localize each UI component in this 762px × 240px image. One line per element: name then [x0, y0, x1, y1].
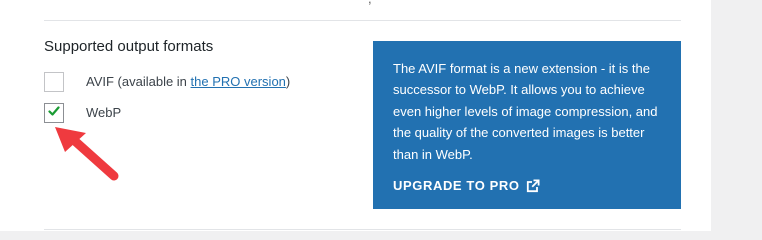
red-arrow-icon — [55, 127, 119, 181]
pro-version-link[interactable]: the PRO version — [191, 74, 286, 89]
upgrade-to-pro-label: Upgrade to PRO — [393, 178, 520, 194]
external-link-icon — [526, 179, 540, 192]
avif-option-row: AVIF (available in the PRO version) — [44, 72, 290, 92]
bottom-divider — [44, 229, 681, 230]
section-title: Supported output formats — [44, 38, 214, 55]
avif-label-suffix: ) — [285, 74, 291, 89]
avif-label-text: AVIF (available in — [86, 74, 191, 89]
webp-option-row: WebP — [44, 103, 121, 123]
info-box-text: The AVIF format is a new extension - it … — [393, 61, 658, 162]
avif-info-box: The AVIF format is a new extension - it … — [373, 41, 681, 209]
avif-label: AVIF (available in the PRO version) — [86, 72, 290, 92]
checkmark-icon — [48, 106, 60, 116]
webp-checkbox[interactable] — [44, 103, 64, 123]
top-text-fragment: , — [368, 0, 372, 6]
upgrade-to-pro-link[interactable]: Upgrade to PRO — [393, 178, 540, 193]
top-divider — [44, 20, 681, 21]
webp-label: WebP — [86, 105, 122, 120]
avif-checkbox[interactable] — [44, 72, 64, 92]
settings-panel: , Supported output formats AVIF (availab… — [0, 0, 711, 231]
